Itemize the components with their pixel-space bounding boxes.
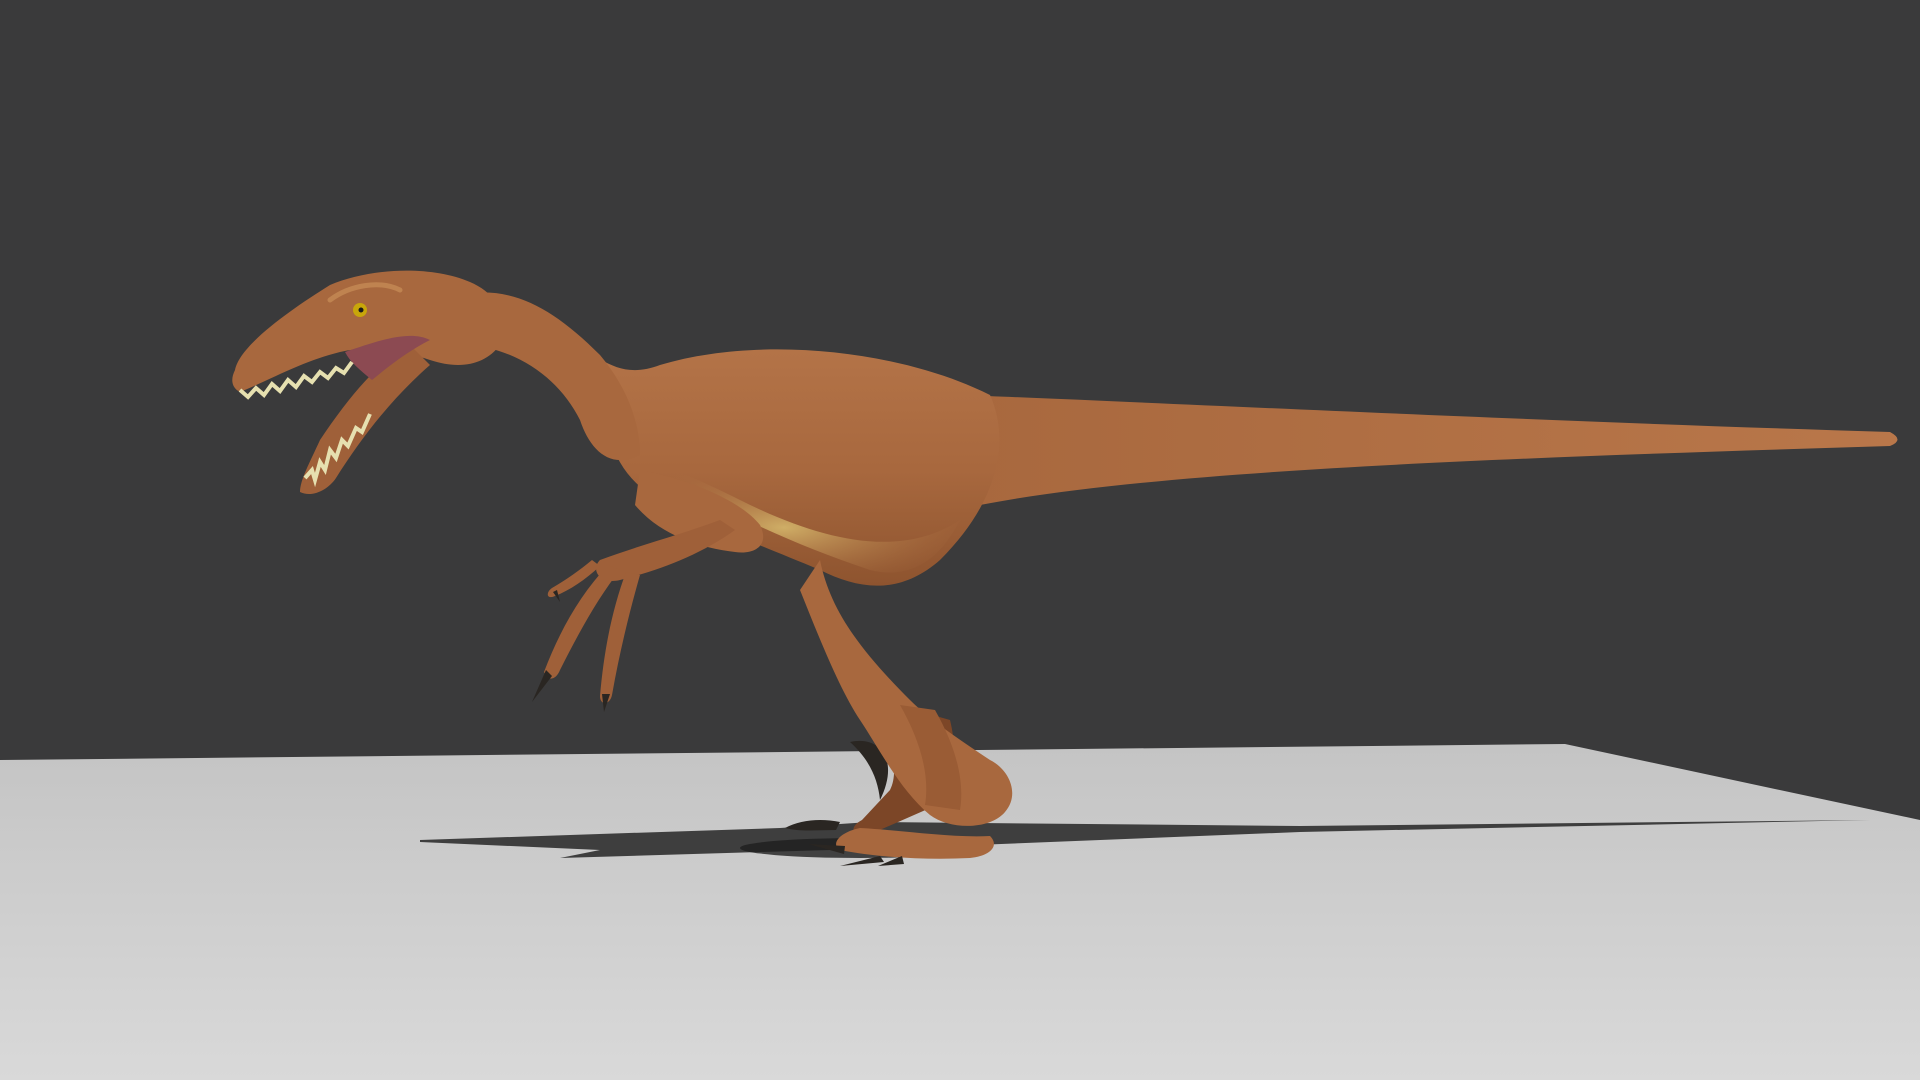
render-viewport (0, 0, 1920, 1080)
dinosaur-pupil (358, 307, 364, 313)
